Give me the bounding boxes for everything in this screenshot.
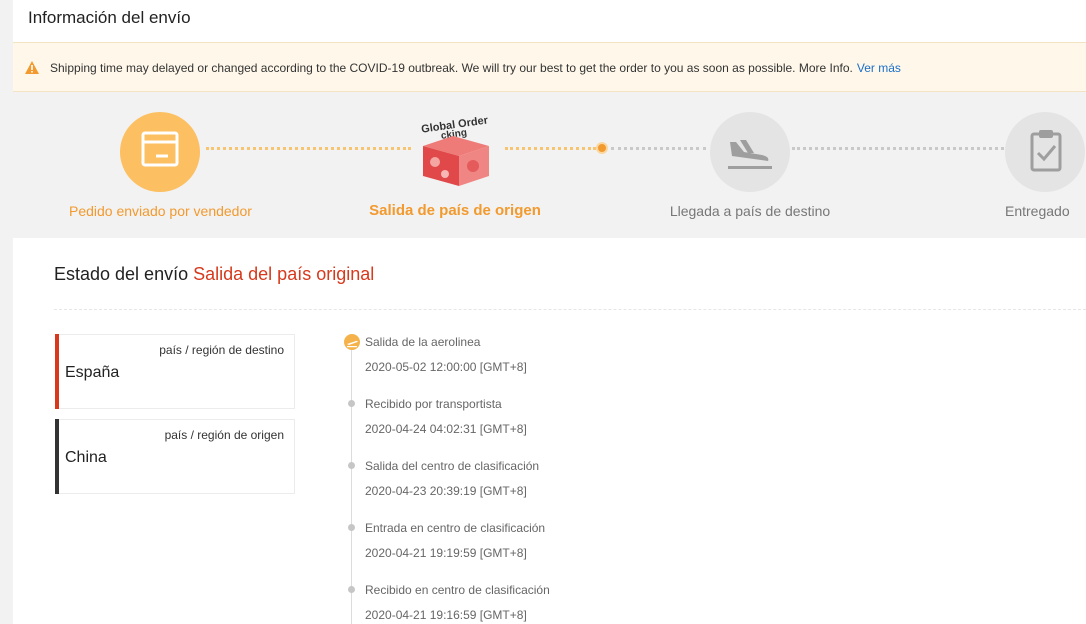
status-label: Estado del envío <box>54 264 189 284</box>
ver-mas-link[interactable]: Ver más <box>857 61 901 75</box>
timeline-dot <box>348 586 355 593</box>
timeline-event: Salida del centro de clasificación <box>365 459 540 473</box>
timeline-line <box>351 350 352 624</box>
page-header: Información del envío <box>13 0 1086 42</box>
timeline-time: 2020-04-23 20:39:19 [GMT+8] <box>365 484 527 498</box>
status-divider <box>54 309 1086 310</box>
step-3-circle <box>710 112 790 192</box>
warning-icon <box>25 61 39 74</box>
timeline-event: Salida de la aerolinea <box>365 335 481 349</box>
status-value: Salida del país original <box>193 264 375 284</box>
timeline-dot <box>348 462 355 469</box>
notice-message: Shipping time may delayed or changed acc… <box>50 61 853 75</box>
timeline-time: 2020-04-21 19:16:59 [GMT+8] <box>365 608 527 622</box>
plane-landing-icon <box>728 140 772 169</box>
destination-caption: país / región de destino <box>159 343 284 357</box>
timeline-dot <box>348 524 355 531</box>
covid-notice: Shipping time may delayed or changed acc… <box>13 42 1086 92</box>
progress-dots-3 <box>611 147 706 150</box>
destination-accent-bar <box>55 334 59 409</box>
page-title: Información del envío <box>28 8 191 27</box>
step-2-label: Salida de país de origen <box>369 202 541 219</box>
shipping-status-section: Estado del envío Salida del país origina… <box>13 238 1086 624</box>
origin-accent-bar <box>55 419 59 494</box>
progress-dots-1 <box>206 147 411 150</box>
timeline-time: 2020-05-02 12:00:00 [GMT+8] <box>365 360 527 374</box>
clipboard-check-icon <box>1030 130 1062 172</box>
timeline-dot <box>348 400 355 407</box>
timeline-time: 2020-04-24 04:02:31 [GMT+8] <box>365 422 527 436</box>
notice-text: Shipping time may delayed or changed acc… <box>50 61 901 75</box>
timeline-time: 2020-04-21 19:19:59 [GMT+8] <box>365 546 527 560</box>
shipping-progress: Pedido enviado por vendedor Global Order… <box>13 92 1086 238</box>
status-title: Estado del envío Salida del país origina… <box>54 264 374 285</box>
origin-country: China <box>65 449 107 466</box>
left-strip <box>0 0 13 624</box>
step-3-label: Llegada a país de destino <box>669 203 831 219</box>
step-1-circle <box>120 112 200 192</box>
progress-dots-2 <box>505 147 596 150</box>
origin-card: país / región de origen China <box>55 419 295 494</box>
current-position-marker <box>596 142 608 154</box>
timeline-event: Recibido en centro de clasificación <box>365 583 550 597</box>
progress-dots-4 <box>792 147 1004 150</box>
global-order-tracking-box-icon: Global Order cking <box>420 114 489 186</box>
origin-caption: país / región de origen <box>164 428 284 442</box>
step-4-label: Entregado <box>1005 203 1070 219</box>
plane-takeoff-icon <box>344 334 360 350</box>
destination-card: país / región de destino España <box>55 334 295 409</box>
destination-country: España <box>65 364 120 381</box>
timeline-event: Recibido por transportista <box>365 397 502 411</box>
package-icon <box>141 131 179 167</box>
step-4-circle <box>1005 112 1085 192</box>
step-1-label: Pedido enviado por vendedor <box>69 203 252 219</box>
timeline-event: Entrada en centro de clasificación <box>365 521 546 535</box>
